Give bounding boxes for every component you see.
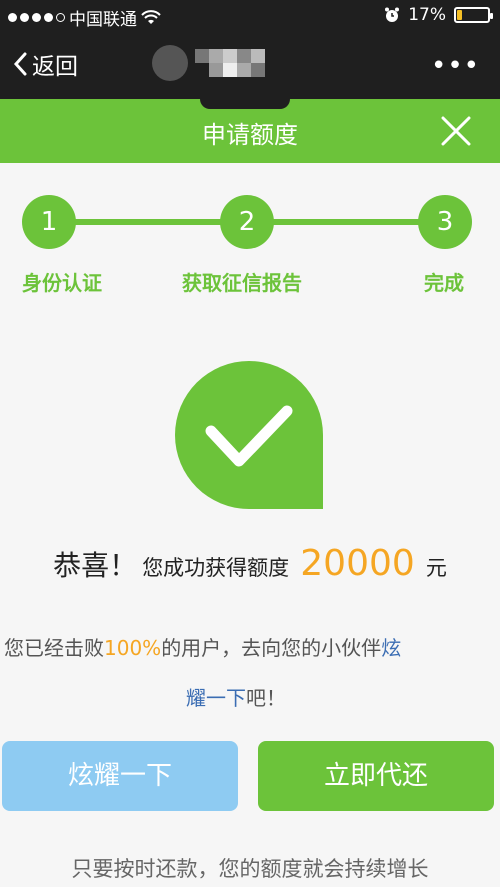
brag-prefix: 您已经击败 <box>4 636 104 660</box>
show-off-button[interactable]: 炫耀一下 <box>2 741 238 811</box>
nav-bar: 返回 ••• <box>0 33 500 99</box>
beat-percent: 100% <box>104 636 162 660</box>
success-text: 您成功获得额度 <box>142 556 290 580</box>
back-button[interactable]: 返回 <box>12 47 78 81</box>
step-connector <box>74 219 224 225</box>
signal-icon <box>8 13 65 22</box>
step-2-circle: 2 <box>220 195 274 249</box>
battery-icon <box>454 7 493 23</box>
congrats-text: 恭喜！ <box>53 549 138 582</box>
step-2-label: 获取征信报告 <box>182 271 302 295</box>
brag-line-1: 您已经击败100%的用户，去向您的小伙伴炫 <box>0 623 500 673</box>
close-icon[interactable] <box>438 113 474 149</box>
footer-hint: 只要按时还款，您的额度就会持续增长 <box>71 857 429 881</box>
brag-link-part1[interactable]: 炫 <box>381 636 401 660</box>
repay-now-button[interactable]: 立即代还 <box>258 741 494 811</box>
status-bar: 中国联通 17% <box>0 0 500 33</box>
credit-amount: 20000 <box>300 543 415 584</box>
brag-middle: 的用户，去向您的小伙伴 <box>161 636 382 660</box>
main-content: 1 2 3 身份认证 获取征信报告 完成 恭喜！ 您成功获得额度 20000 元… <box>0 163 500 887</box>
dialog-header: 申请额度 <box>0 99 500 163</box>
progress-steps: 1 2 3 身份认证 获取征信报告 完成 <box>0 163 500 303</box>
step-1-circle: 1 <box>22 195 76 249</box>
battery-fill <box>457 10 463 20</box>
alarm-clock-icon <box>385 7 400 22</box>
currency-unit: 元 <box>425 556 447 580</box>
battery-percent: 17% <box>408 5 446 25</box>
more-options-button[interactable]: ••• <box>431 51 480 81</box>
step-3-circle: 3 <box>418 195 472 249</box>
step-connector <box>272 219 422 225</box>
carrier-label: 中国联通 <box>69 10 137 30</box>
page-title: 申请额度 <box>202 121 298 149</box>
status-right: 17% <box>384 5 493 25</box>
wifi-icon <box>141 9 161 24</box>
success-check-icon <box>175 361 323 509</box>
step-1-label: 身份认证 <box>22 271 102 295</box>
step-3-label: 完成 <box>424 271 464 295</box>
brag-message: 您已经击败100%的用户，去向您的小伙伴炫 耀一下吧！ <box>0 623 500 723</box>
brag-suffix: 吧！ <box>246 686 286 710</box>
success-message: 恭喜！ 您成功获得额度 20000 元 <box>0 543 500 584</box>
back-label: 返回 <box>32 54 78 80</box>
brag-line-2: 耀一下吧！ <box>0 673 500 723</box>
blurred-avatar <box>152 45 265 81</box>
chevron-left-icon <box>13 52 27 76</box>
status-left: 中国联通 <box>8 5 161 30</box>
brag-link-part2[interactable]: 耀一下 <box>186 686 246 710</box>
